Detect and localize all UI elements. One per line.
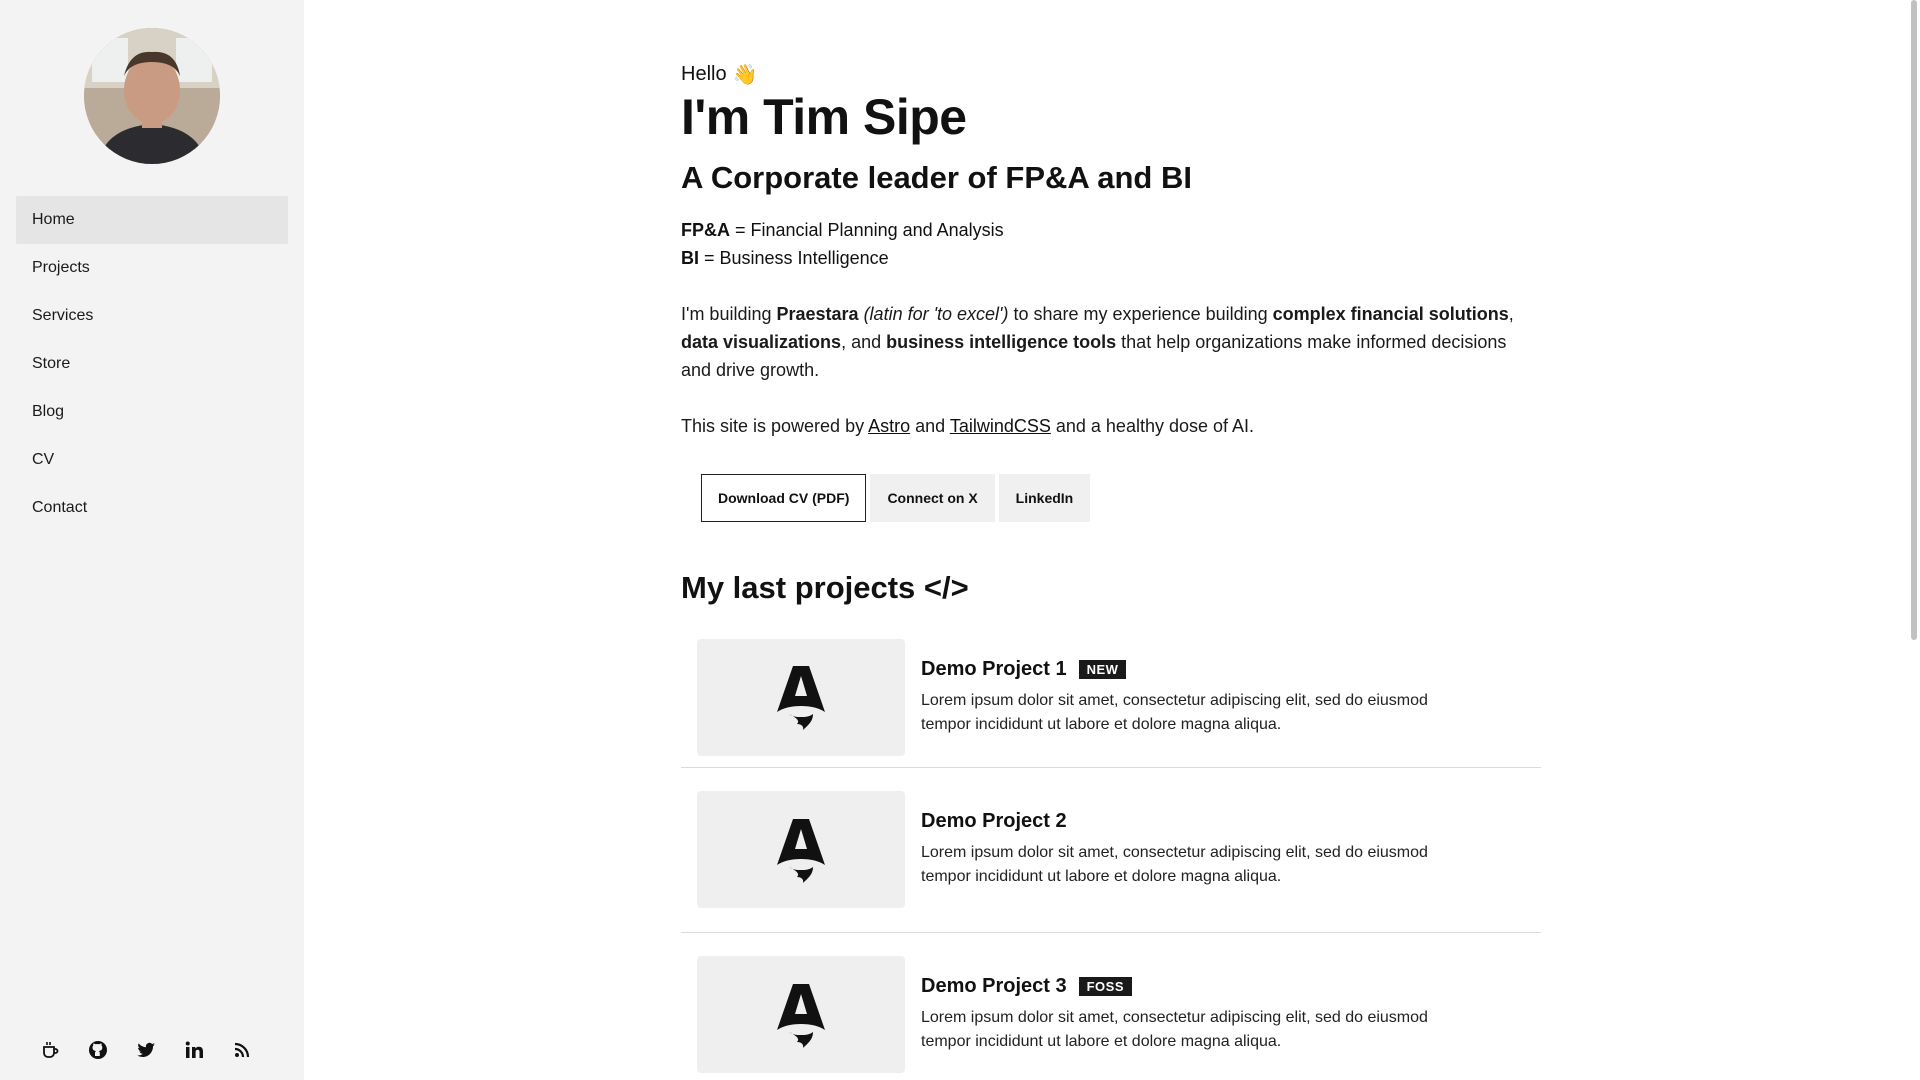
intro-text: to share my experience building [1008,303,1273,324]
github-icon[interactable] [88,1040,108,1060]
astro-logo-icon [777,983,825,1048]
social-links [40,1040,252,1060]
project-thumbnail [697,956,905,1073]
project-title[interactable]: Demo Project 2 [921,810,1067,833]
powered-text: This site is powered by [681,415,869,436]
rss-icon[interactable] [232,1040,252,1060]
main-content: Hello 👋 I'm Tim Sipe A Corporate leader … [304,0,1920,1080]
project-description: Lorem ipsum dolor sit amet, consectetur … [921,691,1428,733]
projects-section-title: My last projects </> [681,569,969,605]
astro-logo-icon [777,818,825,883]
powered-text: and a healthy dose of AI. [1050,415,1255,436]
download-cv-button[interactable]: Download CV (PDF) [701,473,867,522]
project-title[interactable]: Demo Project 1 [921,658,1067,681]
scrollbar[interactable] [1908,0,1920,1080]
project-list: Demo Project 1 NEW Lorem ipsum dolor sit… [681,628,1541,1080]
project-title-row: Demo Project 2 [921,810,1481,833]
astro-logo-icon [777,666,825,730]
powered-text: and [910,415,950,436]
sidebar-item-cv[interactable]: CV [16,436,288,484]
highlight: complex financial solutions [1272,303,1509,324]
project-info: Demo Project 2 Lorem ipsum dolor sit ame… [921,810,1481,889]
sidebar-item-label: Blog [32,403,65,420]
project-description: Lorem ipsum dolor sit amet, consectetur … [921,1009,1428,1050]
highlight: data visualizations [681,331,842,352]
avatar-photo [84,28,220,164]
sidebar-item-label: Store [32,355,71,372]
definition-row: FP&A = Financial Planning and Analysis [681,216,1541,244]
project-info: Demo Project 1 NEW Lorem ipsum dolor sit… [921,658,1481,737]
intro-text: , [1508,303,1514,324]
sidebar-item-label: CV [32,451,55,468]
project-title-row: Demo Project 3 FOSS [921,975,1481,998]
sidebar-item-store[interactable]: Store [16,340,288,388]
definition-meaning: = Business Intelligence [699,247,889,268]
sidebar-item-home[interactable]: Home [16,196,288,244]
definitions: FP&A = Financial Planning and Analysis B… [681,216,1541,272]
wave-emoji-icon: 👋 [732,64,758,86]
powered-by-paragraph: This site is powered by Astro and Tailwi… [681,412,1541,440]
project-title[interactable]: Demo Project 3 [921,975,1067,998]
sidebar-item-projects[interactable]: Projects [16,244,288,292]
brand-note: (latin for 'to excel') [858,303,1009,324]
greeting-text: Hello [681,63,727,85]
sidebar-item-services[interactable]: Services [16,292,288,340]
intro-text: , and [841,331,887,352]
coffee-icon[interactable] [40,1040,60,1060]
project-thumbnail [697,791,905,908]
tailwind-link[interactable]: TailwindCSS [950,416,1051,436]
astro-link[interactable]: Astro [868,416,910,436]
new-badge: NEW [1078,659,1127,679]
definition-abbr: FP&A [681,219,730,240]
project-info: Demo Project 3 FOSS Lorem ipsum dolor si… [921,975,1481,1054]
project-title-row: Demo Project 1 NEW [921,658,1481,681]
cta-buttons: Download CV (PDF) Connect on X LinkedIn [701,473,1541,522]
intro-paragraph: I'm building Praestara (latin for 'to ex… [681,300,1541,384]
project-card[interactable]: Demo Project 2 Lorem ipsum dolor sit ame… [681,768,1541,933]
sidebar-nav: Home Projects Services Store Blog CV Con… [16,196,288,532]
sidebar-item-label: Home [32,211,75,228]
scrollbar-thumb[interactable] [1911,0,1917,640]
sidebar-item-blog[interactable]: Blog [16,388,288,436]
connect-x-button[interactable]: Connect on X [870,473,995,522]
page-title: I'm Tim Sipe [681,89,967,145]
linkedin-icon[interactable] [184,1040,204,1060]
content-column: Hello 👋 I'm Tim Sipe A Corporate leader … [681,62,1541,1080]
sidebar-item-label: Projects [32,259,90,276]
foss-badge: FOSS [1078,977,1133,996]
greeting: Hello 👋 [681,62,1541,87]
avatar[interactable] [84,28,220,164]
sidebar-item-label: Services [32,307,94,324]
definition-abbr: BI [681,247,699,268]
sidebar-item-label: Contact [32,499,88,516]
brand-name: Praestara [776,303,859,324]
tagline: A Corporate leader of FP&A and BI [681,159,1192,195]
app: Home Projects Services Store Blog CV Con… [0,0,1920,1080]
highlight: business intelligence tools [886,331,1117,352]
sidebar-item-contact[interactable]: Contact [16,484,288,532]
project-card[interactable]: Demo Project 1 NEW Lorem ipsum dolor sit… [681,628,1541,768]
intro-text: I'm building [681,303,777,324]
project-description: Lorem ipsum dolor sit amet, consectetur … [921,844,1428,885]
linkedin-button[interactable]: LinkedIn [998,473,1091,522]
definition-meaning: = Financial Planning and Analysis [730,219,1004,240]
project-thumbnail [697,638,905,756]
project-card[interactable]: Demo Project 3 FOSS Lorem ipsum dolor si… [681,933,1541,1080]
definition-row: BI = Business Intelligence [681,244,1541,272]
twitter-icon[interactable] [136,1040,156,1060]
sidebar: Home Projects Services Store Blog CV Con… [0,0,304,1080]
